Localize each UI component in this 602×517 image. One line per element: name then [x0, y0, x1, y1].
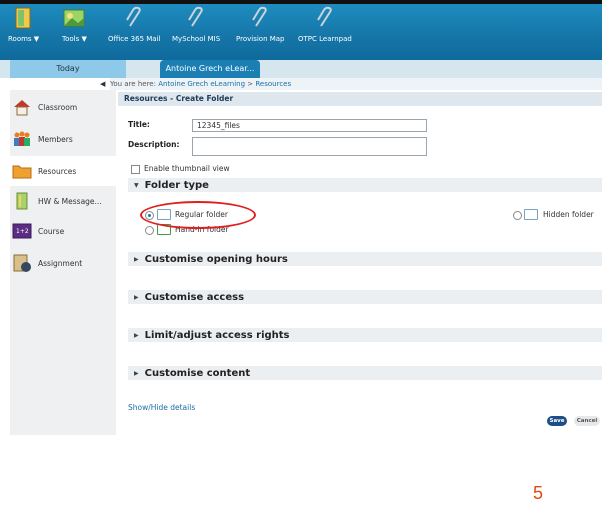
breadcrumb-link[interactable]: Antoine Grech eLearning [158, 80, 245, 88]
thumbnail-label: Enable thumbnail view [144, 164, 230, 173]
sidebar-item-hw-message[interactable]: HW & Message... [10, 186, 116, 216]
sidebar-item-label: Members [38, 134, 73, 144]
folder-icon [12, 165, 32, 179]
breadcrumb-prefix: You are here: [110, 80, 156, 88]
access-rights-heading: Limit/adjust access rights [144, 329, 290, 341]
house-icon [14, 100, 30, 116]
sidebar-item-members[interactable]: Members [10, 124, 116, 154]
tab-antoine-grech[interactable]: Antoine Grech eLear... [160, 60, 260, 78]
sidebar-item-assignment[interactable]: Assignment [10, 248, 116, 278]
sidebar-item-course[interactable]: 1+2 Course [10, 216, 116, 246]
svg-text:1+2: 1+2 [16, 228, 29, 235]
rooms-icon [15, 7, 31, 29]
sidebar-item-resources[interactable]: Resources [10, 156, 116, 186]
customise-opening-hours-header[interactable]: ▶ Customise opening hours [128, 252, 602, 266]
sidebar-item-label: HW & Message... [38, 196, 102, 206]
folder-type-heading: Folder type [144, 179, 209, 191]
caret-down-icon: ▼ [134, 181, 139, 189]
sidebar-item-label: Resources [38, 166, 77, 176]
office365-link[interactable]: Office 365 Mail [108, 6, 160, 43]
page-number: 5 [533, 483, 544, 503]
content-heading: Customise content [144, 367, 251, 379]
otpc-learnpad-label: OTPC Learnpad [298, 35, 352, 43]
paperclip-icon [317, 6, 332, 27]
provision-map-label: Provision Map [236, 35, 285, 43]
breadcrumb: ◀ You are here: Antoine Grech eLearning … [100, 78, 602, 90]
sidebar: Classroom Members Resources HW & Message… [10, 90, 116, 435]
title-input[interactable]: 12345_files [192, 119, 427, 132]
description-input[interactable] [192, 137, 427, 156]
caret-right-icon: ▶ [134, 369, 139, 377]
tools-menu[interactable]: Tools ▼ [62, 6, 87, 43]
hidden-folder-label: Hidden folder [543, 210, 594, 219]
otpc-learnpad-link[interactable]: OTPC Learnpad [298, 6, 352, 43]
description-label: Description: [128, 140, 180, 149]
assignment-icon [13, 254, 31, 272]
breadcrumb-separator: > [247, 80, 254, 88]
save-button[interactable]: Save [547, 416, 567, 426]
office365-label: Office 365 Mail [108, 35, 161, 43]
access-heading: Customise access [144, 291, 245, 303]
hidden-folder-radio[interactable] [513, 211, 522, 220]
customise-access-header[interactable]: ▶ Customise access [128, 290, 602, 304]
handin-folder-radio[interactable] [145, 226, 154, 235]
book-icon [16, 192, 28, 210]
course-icon: 1+2 [12, 223, 32, 239]
sidebar-item-label: Assignment [38, 258, 83, 268]
top-border [0, 0, 602, 4]
tools-label: Tools ▼ [62, 35, 87, 43]
provision-map-link[interactable]: Provision Map [236, 6, 285, 43]
myschool-label: MySchool MIS [172, 35, 221, 43]
paperclip-icon [188, 6, 203, 27]
access-rights-header[interactable]: ▶ Limit/adjust access rights [128, 328, 602, 342]
caret-right-icon: ▶ [134, 293, 139, 301]
opening-hours-heading: Customise opening hours [144, 253, 288, 265]
paperclip-icon [252, 6, 268, 27]
hidden-folder-icon [524, 209, 538, 220]
title-label: Title: [128, 120, 150, 129]
page-title: Resources - Create Folder [118, 92, 602, 106]
sidebar-item-classroom[interactable]: Classroom [10, 92, 116, 122]
folder-type-header[interactable]: ▼ Folder type [128, 178, 602, 192]
tools-icon [63, 9, 85, 27]
rooms-menu[interactable]: Rooms ▼ [8, 6, 39, 43]
sidebar-item-label: Classroom [38, 102, 78, 112]
collapse-left-icon[interactable]: ◀ [100, 78, 105, 90]
red-annotation-ellipse [140, 201, 256, 229]
myschool-link[interactable]: MySchool MIS [172, 6, 220, 43]
rooms-label: Rooms ▼ [8, 35, 40, 43]
caret-right-icon: ▶ [134, 331, 139, 339]
tab-today[interactable]: Today [10, 60, 126, 78]
breadcrumb-current[interactable]: Resources [255, 80, 291, 88]
sidebar-item-label: Course [38, 226, 65, 236]
thumbnail-checkbox[interactable] [131, 165, 140, 174]
customise-content-header[interactable]: ▶ Customise content [128, 366, 602, 380]
caret-right-icon: ▶ [134, 255, 139, 263]
show-hide-details-link[interactable]: Show/Hide details [128, 403, 195, 412]
paperclip-icon [126, 6, 142, 27]
people-icon [14, 131, 30, 146]
cancel-button[interactable]: Cancel [574, 416, 600, 426]
